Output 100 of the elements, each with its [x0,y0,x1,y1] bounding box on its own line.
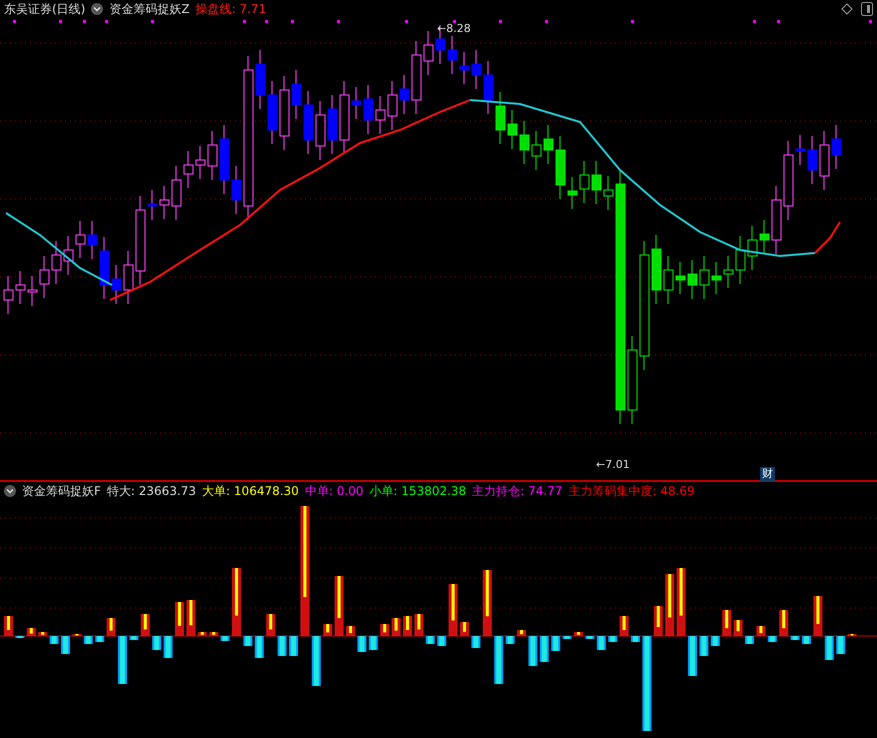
candlestick [268,80,278,144]
candlestick [508,110,518,150]
outflow-bar [631,636,640,642]
indicator-name: 资金筹码捉妖Z [109,0,190,18]
candlestick [16,270,26,304]
candlestick [460,52,470,84]
candlestick [424,30,434,76]
inflow-bar [232,568,241,636]
diamond-icon[interactable] [841,3,853,15]
candlestick [688,260,698,300]
candlestick [724,256,734,288]
inflow-bar [266,614,276,636]
candlestick [52,240,62,284]
candlestick [364,84,374,134]
inflow-bar [392,618,401,636]
candlestick [28,276,38,306]
outflow-bar [596,636,606,650]
outflow-bar [357,636,366,652]
outflow-bar [312,636,321,686]
candlestick [316,100,326,160]
inflow-bar [209,632,218,636]
candlestick [160,186,170,220]
candlestick [700,256,710,300]
outflow-bar [836,636,846,654]
candlestick [808,136,818,184]
outflow-bar [254,636,264,658]
panel-toggle-icon[interactable] [861,2,873,16]
outflow-bar [289,636,298,656]
indicator-reading: 中单: 0.00 [304,482,364,500]
chevron-icon[interactable] [91,3,104,15]
candlestick [148,190,158,220]
candlestick [772,186,782,254]
finance-badge[interactable]: 财 [760,467,775,481]
outflow-bar [688,636,697,676]
candlestick [796,134,806,166]
candlestick [292,70,302,120]
inflow-bar [334,576,344,636]
candlestick [328,94,338,154]
inflow-bar [517,630,526,636]
candlestick [472,50,482,90]
outflow-bar [437,636,446,646]
candlestick [520,120,530,164]
outflow-bar [129,636,138,640]
outflow-bar [278,636,287,656]
candlestick [676,262,686,294]
outflow-bar [152,636,162,650]
low-price-label: ←7.01 [596,458,630,471]
chevron-icon[interactable] [4,485,16,497]
outflow-bar [50,636,59,644]
candlestick [544,124,554,164]
candlestick [532,130,542,170]
candlestick [652,234,662,304]
inflow-bar [380,624,390,636]
inflow-bar [620,616,629,636]
candlestick [40,256,50,298]
outflow-bar [710,636,720,646]
outflow-bar [802,636,811,644]
outflow-bar [368,636,378,650]
indicator-reading: 主力持仓: 74.77 [472,482,562,500]
candlestick [4,276,14,314]
inflow-bar [734,620,743,636]
candlestick [376,96,386,134]
candlestick [580,160,590,204]
candlestick [208,130,218,180]
candlestick [664,256,674,304]
inflow-bar [26,628,36,636]
inflow-bar [813,596,822,636]
outflow-bar [471,636,480,648]
outflow-bar [220,636,230,641]
outflow-bar [243,636,252,646]
inflow-bar [779,610,788,636]
inflow-bar [722,610,732,636]
candlestick [256,50,266,110]
candlestick [64,236,74,276]
outflow-bar [585,636,594,639]
candlestick [604,176,614,210]
outflow-bar [164,636,173,658]
candlestick [184,150,194,188]
candlestick [592,160,602,204]
inflow-bar [346,626,355,636]
candlestick [820,130,830,190]
security-title: 东吴证券(日线) [4,0,86,18]
outflow-bar [699,636,708,656]
inflow-bar [665,574,674,636]
outflow-bar [608,636,618,642]
outflow-bar [95,636,104,642]
inflow-bar [198,632,207,636]
candlestick [484,60,494,114]
outflow-bar [790,636,800,640]
candlestick [568,176,578,210]
inflow-bar [4,616,13,636]
candlestick [400,74,410,114]
candlestick [736,236,746,284]
inflow-bar [106,618,116,636]
outflow-bar [768,636,777,642]
outflow-bar [118,636,127,684]
outflow-bar [61,636,70,654]
outflow-bar [84,636,93,644]
trend-line [814,221,841,254]
inflow-bar [38,632,48,636]
